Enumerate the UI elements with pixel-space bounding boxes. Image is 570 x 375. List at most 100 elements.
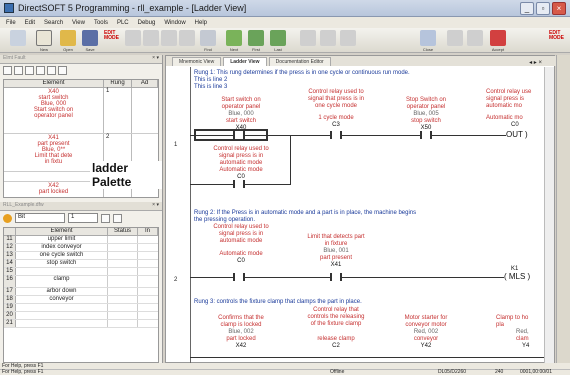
rung-comment[interactable]: Rung 1: This rung determines if the pres… bbox=[194, 70, 410, 91]
cut-icon[interactable] bbox=[125, 30, 141, 46]
tab-mnemonic-view[interactable]: Mnemonic View bbox=[172, 57, 222, 66]
prev-icon[interactable] bbox=[36, 66, 45, 75]
open-folder-icon[interactable] bbox=[60, 30, 76, 46]
contact-description: Start switch on operator panel bbox=[221, 97, 261, 110]
list-item[interactable]: 15 bbox=[4, 268, 158, 276]
pane-close-icon[interactable]: × ▾ bbox=[152, 202, 159, 208]
instruction-toolbar bbox=[556, 55, 570, 363]
row-number: 12 bbox=[4, 244, 16, 251]
redo-edit-icon[interactable] bbox=[467, 30, 483, 46]
table-row[interactable]: X40 start switch Blue, 000 Start switch … bbox=[4, 88, 158, 134]
list-item[interactable]: 21 bbox=[4, 320, 158, 328]
element-name: clamp bbox=[16, 276, 108, 287]
row-number: 20 bbox=[4, 312, 16, 319]
element-type-select[interactable]: Bit bbox=[15, 213, 65, 223]
contact-c0[interactable] bbox=[233, 273, 245, 281]
undo-icon[interactable] bbox=[179, 30, 195, 46]
new-file-icon[interactable] bbox=[36, 30, 52, 46]
coil-name: clam bbox=[516, 336, 529, 342]
contact-address: C2 bbox=[332, 343, 340, 349]
zoom-icon[interactable] bbox=[300, 30, 316, 46]
element-number-select[interactable]: 1 bbox=[68, 213, 98, 223]
copy-icon[interactable] bbox=[143, 30, 159, 46]
mls-coil[interactable]: ( MLS ) bbox=[504, 273, 531, 281]
list-item[interactable]: 12 index conveyor bbox=[4, 244, 158, 252]
menu-debug[interactable]: Debug bbox=[138, 20, 156, 26]
save-icon[interactable] bbox=[82, 30, 98, 46]
rung-comment[interactable]: Rung 2: If the Press is in automatic mod… bbox=[194, 210, 416, 224]
ladder-palette-callout: ladder Palette bbox=[90, 161, 162, 189]
menu-edit[interactable]: Edit bbox=[25, 20, 35, 26]
contact-address: Y42 bbox=[420, 343, 432, 349]
paste-icon[interactable] bbox=[161, 30, 177, 46]
vertical-scrollbar[interactable] bbox=[544, 67, 554, 364]
last-icon[interactable] bbox=[270, 30, 286, 46]
binoculars-icon[interactable] bbox=[200, 30, 216, 46]
first-icon[interactable] bbox=[248, 30, 264, 46]
col-element[interactable]: Element bbox=[4, 80, 104, 87]
back-icon[interactable] bbox=[10, 30, 26, 46]
list-item[interactable]: 13 one cycle switch bbox=[4, 252, 158, 260]
close-button[interactable]: × bbox=[552, 2, 566, 15]
list-item[interactable]: 11 upper limit bbox=[4, 236, 158, 244]
new-label: New bbox=[39, 47, 48, 52]
pane-close-icon[interactable]: × ▾ bbox=[152, 55, 159, 61]
tab-controls[interactable]: ◂ ▸ × bbox=[529, 59, 542, 66]
element-name bbox=[16, 304, 108, 311]
close-view-icon[interactable] bbox=[420, 30, 436, 46]
col-status[interactable]: Status bbox=[108, 228, 138, 235]
contact-c3[interactable] bbox=[330, 131, 342, 139]
list-item[interactable]: 18 conveyor bbox=[4, 296, 158, 304]
col-element[interactable]: Element bbox=[16, 228, 108, 235]
edit-cursor[interactable] bbox=[194, 129, 268, 141]
output-coil[interactable]: OUT ) bbox=[506, 131, 528, 139]
col-in[interactable]: In bbox=[138, 228, 158, 235]
minimize-button[interactable]: _ bbox=[520, 2, 534, 15]
menu-window[interactable]: Window bbox=[164, 20, 185, 26]
coil-nickname: Red, bbox=[516, 329, 529, 335]
element-name bbox=[16, 268, 108, 275]
tab-documentation-editor[interactable]: Documentation Editor bbox=[268, 57, 331, 66]
restore-button[interactable]: ▫ bbox=[536, 2, 550, 15]
menu-file[interactable]: File bbox=[6, 20, 16, 26]
edit-mode-button[interactable]: EDIT MODE bbox=[104, 31, 119, 41]
next-icon[interactable] bbox=[47, 66, 56, 75]
list-view-icon[interactable] bbox=[3, 66, 12, 75]
element-name: arbor down bbox=[16, 288, 108, 295]
accept-icon[interactable] bbox=[490, 30, 506, 46]
cursor-position: 0001,00:00/01 bbox=[520, 369, 552, 375]
contact-name: Automatic mode bbox=[219, 251, 263, 257]
menu-plc[interactable]: PLC bbox=[117, 20, 129, 26]
menu-view[interactable]: View bbox=[72, 20, 85, 26]
documentation-table: Element Status In 11 upper limit 12 index … bbox=[3, 227, 159, 363]
doc-icon[interactable] bbox=[101, 213, 110, 223]
find-next-icon[interactable] bbox=[226, 30, 242, 46]
contact-c0[interactable] bbox=[233, 180, 245, 188]
filter-icon[interactable] bbox=[58, 66, 67, 75]
menu-help[interactable]: Help bbox=[195, 20, 207, 26]
new-doc-icon[interactable] bbox=[113, 213, 122, 223]
edit-mode-side[interactable]: EDIT MODE bbox=[549, 31, 564, 41]
col-address[interactable]: Ad bbox=[132, 80, 158, 87]
tab-ladder-view[interactable]: Ladder View bbox=[223, 57, 267, 66]
grid-icon[interactable] bbox=[320, 30, 336, 46]
list-item[interactable]: 19 bbox=[4, 304, 158, 312]
list-item[interactable]: 17 arbor down bbox=[4, 288, 158, 296]
menu-tools[interactable]: Tools bbox=[94, 20, 108, 26]
contact-name: stop switch bbox=[411, 118, 441, 124]
col-rung[interactable]: Rung bbox=[104, 80, 132, 87]
list-item[interactable]: 16 clamp bbox=[4, 276, 158, 288]
detail-view-icon[interactable] bbox=[25, 66, 34, 75]
rung-comment[interactable]: Rung 3: controls the fixture clamp that … bbox=[194, 299, 362, 306]
open-label: Open bbox=[63, 47, 73, 52]
undo-edit-icon[interactable] bbox=[447, 30, 463, 46]
contact-x41[interactable] bbox=[330, 273, 342, 281]
menu-search[interactable]: Search bbox=[44, 20, 63, 26]
grid-view-icon[interactable] bbox=[14, 66, 23, 75]
list-item[interactable]: 20 bbox=[4, 312, 158, 320]
contact-x50[interactable] bbox=[420, 131, 432, 139]
list-item[interactable]: 14 stop switch bbox=[4, 260, 158, 268]
view-icon[interactable] bbox=[340, 30, 356, 46]
rung-wire bbox=[190, 357, 546, 358]
coil-name: Automatic mo bbox=[486, 115, 523, 121]
